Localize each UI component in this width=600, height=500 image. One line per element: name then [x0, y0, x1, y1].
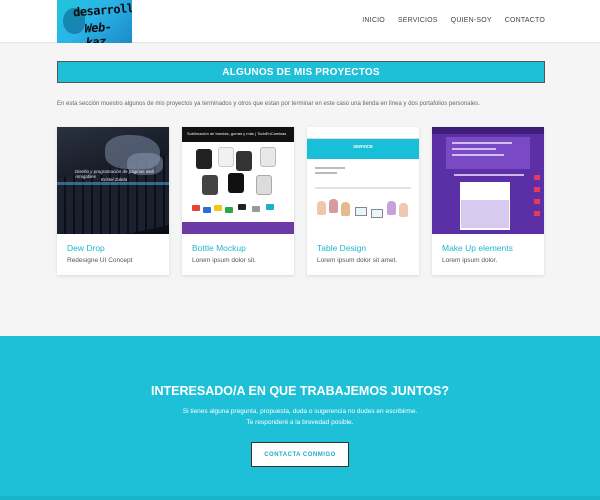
project-card-table-design[interactable]: SERVICE Table Design Lorem ipsum dolor s… [307, 127, 419, 275]
thumbnail-banner [307, 139, 419, 159]
side-tab [534, 211, 540, 216]
text-line [315, 172, 337, 174]
person-image [329, 199, 338, 213]
thumbnail-caption: SERVICE [353, 144, 373, 149]
card-subtitle: Lorem ipsum dolor. [442, 257, 498, 264]
nav-item-contacto[interactable]: CONTACTO [505, 17, 545, 24]
tshirt-image [228, 173, 244, 193]
logo-text-line1: desarrollo [72, 0, 132, 20]
text-line [452, 142, 512, 144]
text-line [315, 187, 411, 189]
card-subtitle: Lorem ipsum dolor sit. [192, 257, 256, 264]
card-title[interactable]: Make Up elements [442, 243, 513, 253]
cta-text: Si tienes alguna pregunta, propuesta, du… [182, 408, 418, 415]
logo-text-line2: Web-kaz [84, 19, 112, 43]
main-nav: INICIO SERVICIOS QUIEN-SOY CONTACTO [362, 17, 545, 24]
product-swatch [252, 206, 260, 212]
product-swatch [203, 207, 211, 213]
product-swatch [192, 205, 200, 211]
projects-intro: En esta sección muestro algunos de mis p… [57, 101, 480, 107]
navbar: desarrollo Web-kaz INICIO SERVICIOS QUIE… [0, 0, 600, 43]
thumbnail-caption: Kristel Zuleta [101, 177, 128, 182]
monitor-image [371, 209, 383, 218]
tshirt-image [196, 149, 212, 169]
project-thumbnail[interactable]: SERVICE [307, 127, 419, 234]
project-card-make-up-elements[interactable]: Make Up elements Lorem ipsum dolor. [432, 127, 544, 275]
text-line [454, 174, 524, 176]
text-line [452, 148, 496, 150]
cta-title: INTERESADO/A EN QUE TRABAJEMOS JUNTOS? [151, 384, 449, 398]
projects-title: ALGUNOS DE MIS PROYECTOS [222, 66, 380, 78]
side-tab [534, 175, 540, 180]
tshirt-image [202, 175, 218, 195]
tshirt-image [256, 175, 272, 195]
project-card-bottle-mockup[interactable]: Sublimación de bandas, gorras y más | To… [182, 127, 294, 275]
contact-cta-section [0, 336, 600, 500]
tshirt-image [236, 151, 252, 171]
card-subtitle: Redesigne UI Concept [67, 257, 133, 264]
contact-me-button[interactable]: CONTACTA CONMIGO [251, 442, 349, 467]
card-title[interactable]: Table Design [317, 243, 366, 253]
card-title[interactable]: Dew Drop [67, 243, 105, 253]
tshirt-image [260, 147, 276, 167]
text-line [315, 167, 345, 169]
cta-text: Te responderé a la brevedad posible. [246, 419, 354, 426]
text-line [452, 154, 504, 156]
product-swatch [266, 204, 274, 210]
card-title[interactable]: Bottle Mockup [192, 243, 246, 253]
project-card-dew-drop[interactable]: Diseño y programación de páginas web Ami… [57, 127, 169, 275]
person-image [387, 201, 396, 215]
thumbnail-footer-bar [182, 222, 294, 234]
footer-strip [0, 496, 600, 500]
side-tab [534, 187, 540, 192]
project-thumbnail[interactable]: Diseño y programación de páginas web Ami… [57, 127, 169, 234]
nav-item-quien-soy[interactable]: QUIEN-SOY [451, 17, 492, 24]
product-swatch [225, 207, 233, 213]
projects-title-banner: ALGUNOS DE MIS PROYECTOS [57, 61, 545, 83]
person-image [341, 202, 350, 216]
thumbnail-caption: Sublimación de bandas, gorras y más | To… [187, 131, 287, 136]
person-image [399, 203, 408, 217]
thumbnail-topbar [307, 127, 419, 139]
card-subtitle: Lorem ipsum dolor sit amet. [317, 257, 398, 264]
tshirt-image [218, 147, 234, 167]
contact-me-button-label: CONTACTA CONMIGO [264, 451, 336, 458]
project-thumbnail[interactable] [432, 127, 544, 234]
thumbnail-topbar [432, 127, 544, 134]
person-image [317, 201, 326, 215]
product-swatch [238, 204, 246, 210]
nav-item-servicios[interactable]: SERVICIOS [398, 17, 438, 24]
side-tab [534, 199, 540, 204]
monitor-image [355, 207, 367, 216]
project-thumbnail[interactable]: Sublimación de bandas, gorras y más | To… [182, 127, 294, 234]
keyboard-glow [57, 182, 169, 185]
site-logo[interactable]: desarrollo Web-kaz [57, 0, 132, 43]
map-image [461, 200, 509, 228]
nav-item-inicio[interactable]: INICIO [362, 17, 385, 24]
product-swatch [214, 205, 222, 211]
